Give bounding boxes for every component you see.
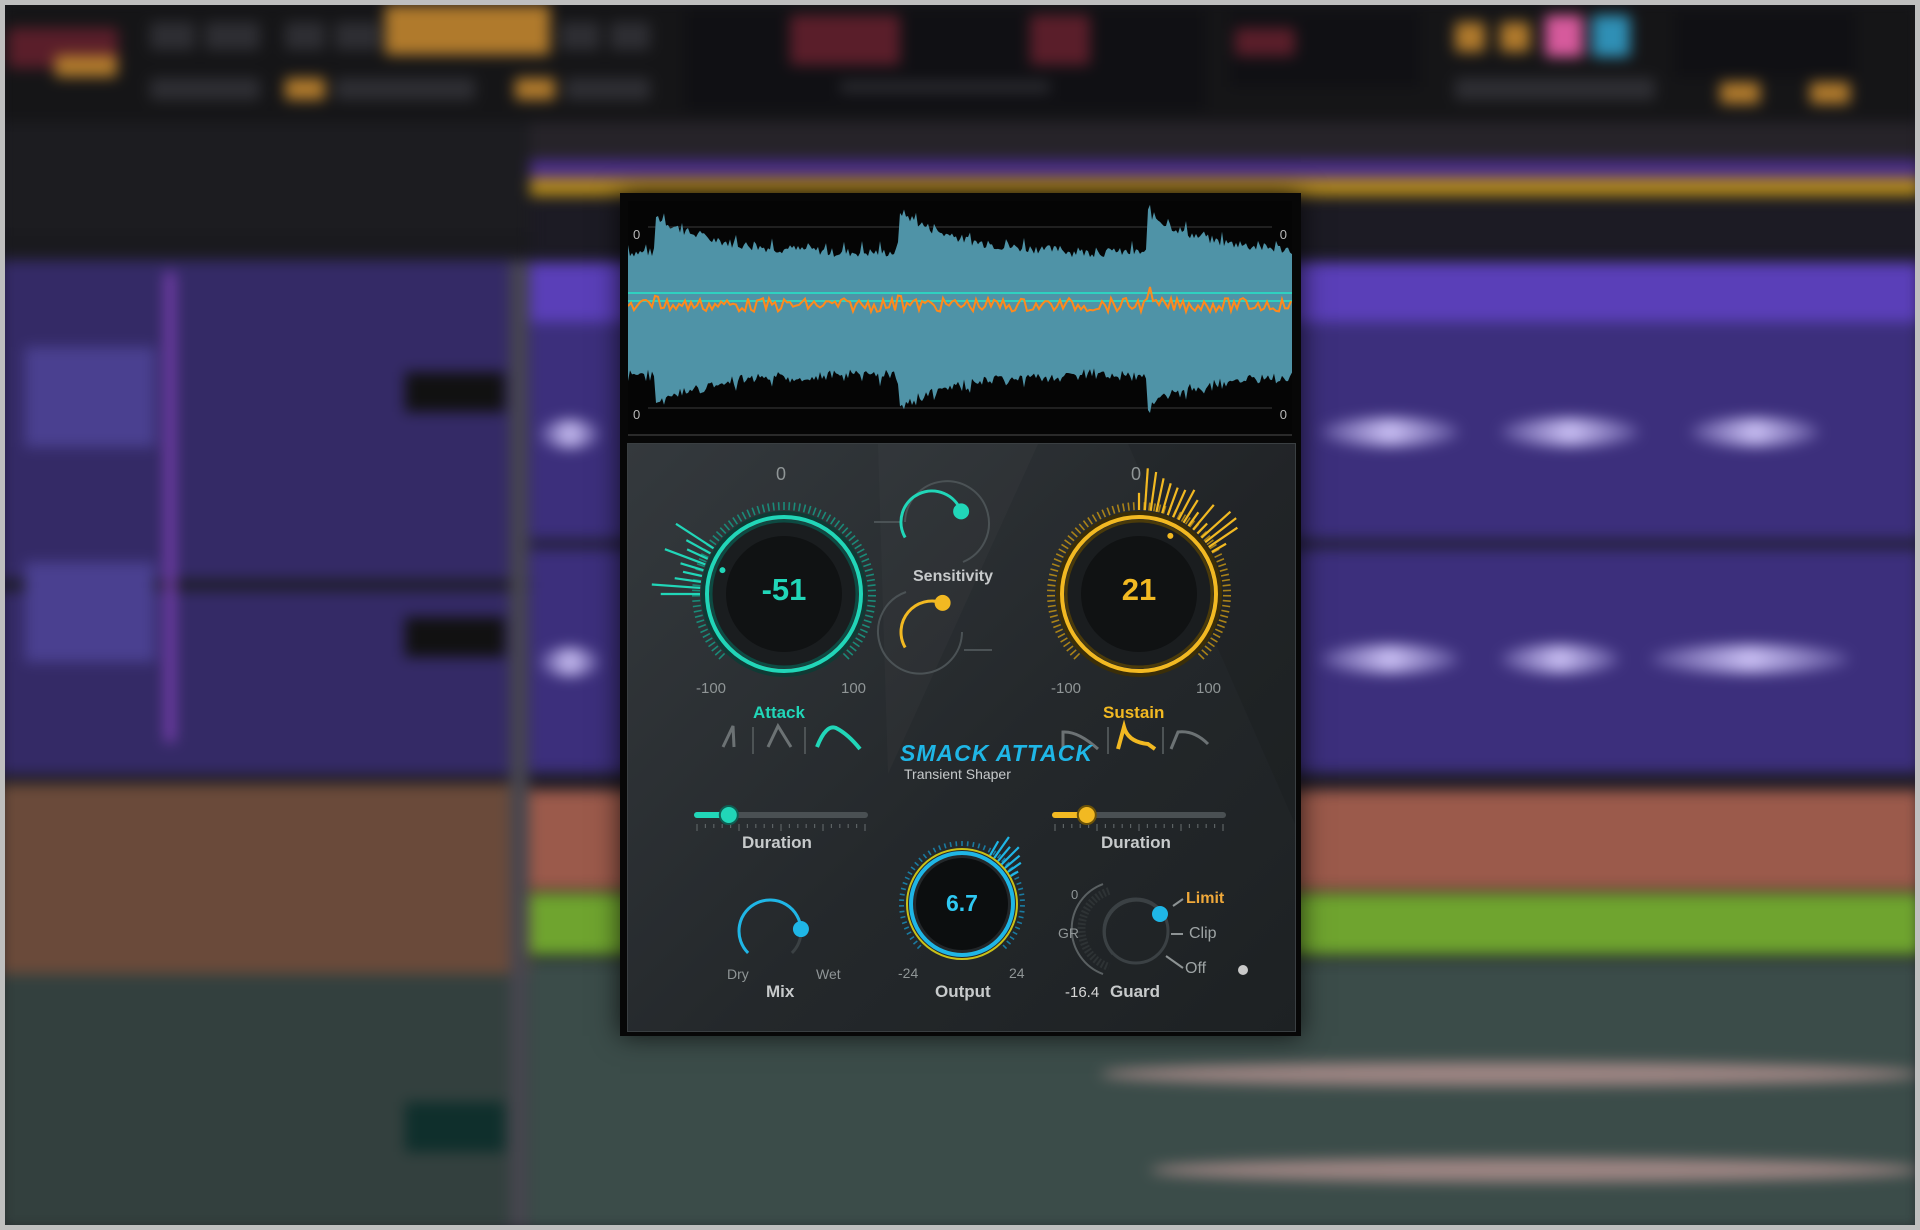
attack-value: -51: [761, 572, 807, 607]
sustain-label: Sustain: [1103, 703, 1165, 722]
brand-logo: SMACK ATTACK: [900, 740, 1093, 766]
scope-top-left-label: 0: [633, 227, 641, 242]
sustain-shape-long[interactable]: [1169, 730, 1210, 750]
guard-gr-label: GR: [1058, 925, 1079, 941]
daw-toolbar: [0, 0, 1920, 124]
attack-duration-label: Duration: [742, 833, 812, 852]
waveform-graph: [628, 204, 1292, 413]
attack-shape-medium[interactable]: [766, 722, 793, 748]
transient-shaper-plugin: 0 0 0 0 0 -51 -100 100 Attack 0 21 -100 …: [620, 193, 1301, 1036]
output-label: Output: [935, 982, 991, 1001]
output-value: 6.7: [946, 890, 978, 916]
scope-top-right-label: 0: [1279, 227, 1287, 242]
sustain-duration-slider[interactable]: [1052, 805, 1226, 831]
sustain-max-label: 100: [1196, 680, 1222, 697]
guard-selector-knob[interactable]: [1102, 897, 1184, 969]
attack-label: Attack: [753, 703, 805, 722]
attack-min-label: -100: [696, 680, 727, 697]
guard-option-off[interactable]: Off: [1185, 960, 1206, 978]
scope-bottom-right-label: 0: [1279, 407, 1287, 422]
guard-option-clip[interactable]: Clip: [1189, 925, 1217, 943]
output-max-label: 24: [1009, 965, 1025, 981]
control-panel: 0 -51 -100 100 Attack 0 21 -100 100 Sust…: [627, 443, 1296, 1032]
mix-label: Mix: [766, 982, 795, 1001]
brand-subtitle: Transient Shaper: [904, 766, 1011, 782]
track-headers: [0, 122, 530, 1230]
attack-duration-slider[interactable]: [694, 805, 868, 831]
sustain-shape-medium[interactable]: [1116, 719, 1157, 751]
mix-min-label: Dry: [727, 966, 749, 982]
output-min-label: -24: [898, 965, 919, 981]
guard-indicator-led: [1238, 965, 1248, 975]
mix-max-label: Wet: [816, 966, 841, 982]
attack-max-label: 100: [841, 680, 867, 697]
guard-label: Guard: [1110, 982, 1161, 1001]
waveform-scope: 0 0 0 0: [628, 201, 1292, 436]
mix-knob[interactable]: [737, 898, 809, 954]
attack-center-label: 0: [776, 464, 787, 484]
sustain-center-label: 0: [1131, 464, 1142, 484]
guard-gr-value: -16.4: [1065, 984, 1100, 1001]
timeline-ruler: [530, 122, 1920, 160]
attack-shape-slow[interactable]: [815, 725, 862, 751]
guard-option-limit[interactable]: Limit: [1186, 890, 1224, 908]
sensitivity-label: Sensitivity: [913, 568, 994, 585]
sustain-value: 21: [1121, 572, 1157, 607]
guard-gr-top-label: 0: [1071, 887, 1079, 902]
scope-bottom-left-label: 0: [633, 407, 641, 422]
sustain-duration-label: Duration: [1101, 833, 1171, 852]
sustain-min-label: -100: [1051, 680, 1082, 697]
attack-shape-sharp[interactable]: [721, 725, 736, 748]
